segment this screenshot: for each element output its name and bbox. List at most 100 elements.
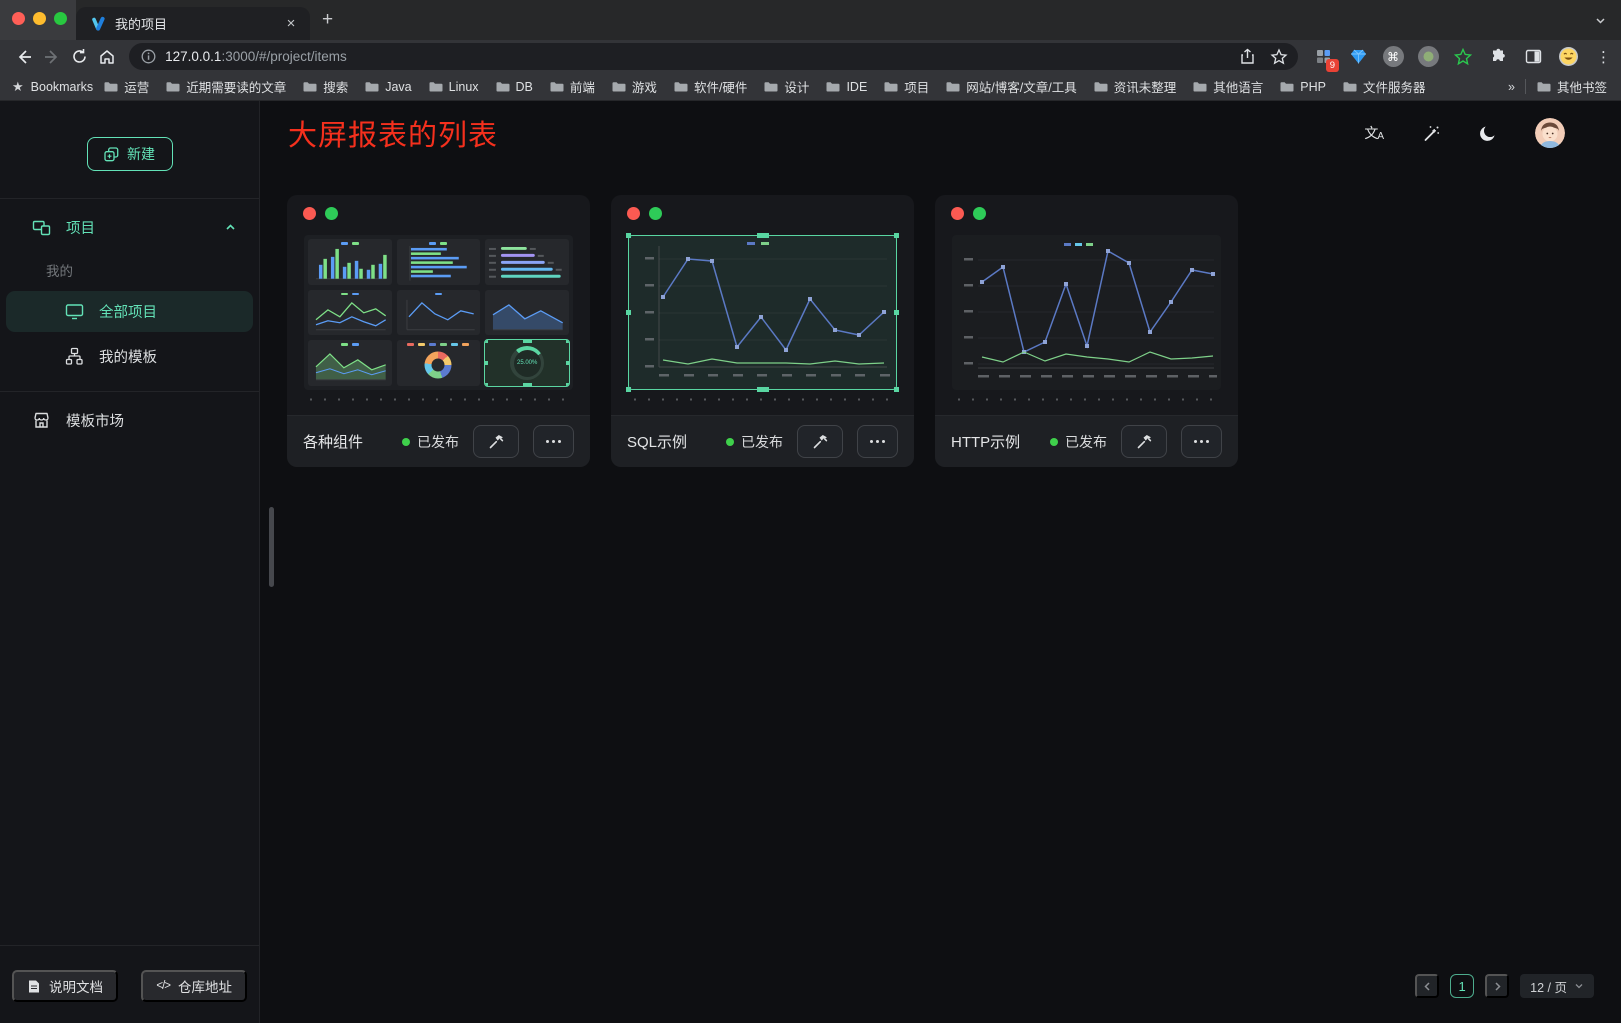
- browser-tab-strip: 我的项目 × +: [0, 0, 1621, 40]
- window-close-button[interactable]: [12, 12, 25, 25]
- bookmark-folder[interactable]: 前端: [549, 77, 595, 96]
- reload-icon[interactable]: [66, 43, 94, 71]
- bookmark-folder[interactable]: 资讯未整理: [1093, 77, 1177, 96]
- magic-wand-icon[interactable]: [1422, 124, 1441, 143]
- sidebar-subheading-my: 我的: [0, 253, 259, 287]
- site-info-icon[interactable]: [141, 49, 156, 64]
- more-options-button[interactable]: [1181, 425, 1222, 458]
- tab-search-chevron-icon[interactable]: [1594, 14, 1607, 27]
- new-project-label: 新建: [127, 144, 155, 164]
- green-dot: [973, 207, 986, 220]
- sidebar-item-my-templates[interactable]: 我的模板: [6, 336, 253, 377]
- gem-extension-icon[interactable]: [1347, 46, 1369, 68]
- chrome-menu-icon[interactable]: ⋮: [1596, 48, 1611, 66]
- bookmark-folder[interactable]: Java: [364, 79, 411, 94]
- page-size-select[interactable]: 12 / 页: [1520, 974, 1594, 998]
- red-dot: [303, 207, 316, 220]
- bookmark-folder[interactable]: 文件服务器: [1342, 77, 1426, 96]
- active-tab[interactable]: 我的项目 ×: [76, 7, 310, 40]
- project-card[interactable]: HTTP示例 已发布: [935, 195, 1238, 467]
- project-card[interactable]: 25.00% 各种组件 已发布: [287, 195, 590, 467]
- project-preview[interactable]: [952, 235, 1221, 390]
- template-icon: [65, 347, 84, 366]
- bookmark-folder[interactable]: 设计: [763, 77, 809, 96]
- recorder-extension-icon[interactable]: [1417, 46, 1439, 68]
- folder-icon: [495, 79, 510, 94]
- bookmark-folder[interactable]: Linux: [428, 79, 479, 94]
- docs-button[interactable]: 说明文档: [12, 970, 118, 1002]
- home-icon[interactable]: [93, 43, 121, 71]
- bookmark-folder[interactable]: 网站/博客/文章/工具: [945, 77, 1076, 96]
- bookmark-folder[interactable]: 软件/硬件: [673, 77, 747, 96]
- project-preview[interactable]: 25.00%: [304, 235, 573, 390]
- bookmark-folder[interactable]: 运营: [103, 77, 149, 96]
- bookmark-folder[interactable]: PHP: [1279, 79, 1326, 94]
- bookmarks-overflow-chevron[interactable]: »: [1508, 80, 1515, 94]
- tab-close-icon[interactable]: ×: [282, 15, 300, 33]
- header-icons: 文A: [1364, 118, 1565, 148]
- sidebar-group-project[interactable]: 项目: [0, 205, 259, 249]
- bookmark-star-icon[interactable]: [1270, 48, 1288, 66]
- bookmark-folder-label: 搜索: [323, 77, 348, 96]
- bookmarks-root-item[interactable]: ★ Bookmarks: [12, 79, 93, 95]
- bookmark-folder[interactable]: 搜索: [302, 77, 348, 96]
- page-title: 大屏报表的列表: [288, 112, 498, 154]
- other-bookmarks-label: 其他书签: [1557, 77, 1607, 96]
- chevron-down-icon: [1574, 981, 1584, 991]
- url-text: 127.0.0.1:3000/#/project/items: [165, 49, 1225, 64]
- sidebar-item-all-projects[interactable]: 全部项目: [6, 291, 253, 332]
- repo-button[interactable]: </> 仓库地址: [141, 970, 247, 1002]
- project-preview[interactable]: [628, 235, 897, 390]
- more-options-button[interactable]: [857, 425, 898, 458]
- red-dot: [627, 207, 640, 220]
- bookmark-folder[interactable]: 游戏: [611, 77, 657, 96]
- bookmark-folder[interactable]: 其他语言: [1192, 77, 1263, 96]
- sidebar: 新建 项目 我的 全部项目: [0, 101, 260, 1023]
- project-card[interactable]: SQL示例 已发布: [611, 195, 914, 467]
- edit-hammer-button[interactable]: [797, 425, 843, 458]
- command-extension-icon[interactable]: ⌘: [1382, 46, 1404, 68]
- user-avatar[interactable]: [1535, 118, 1565, 148]
- forward-icon[interactable]: [38, 43, 66, 71]
- sidebar-group-label: 项目: [66, 217, 95, 238]
- new-tab-button[interactable]: +: [322, 12, 333, 28]
- dashboard-extension-icon[interactable]: 9: [1312, 46, 1334, 68]
- scrollbar-thumb[interactable]: [269, 507, 274, 587]
- sidebar-item-label: 我的模板: [99, 346, 157, 367]
- address-bar[interactable]: 127.0.0.1:3000/#/project/items: [129, 43, 1298, 70]
- side-panel-icon[interactable]: [1522, 46, 1544, 68]
- docs-button-label: 说明文档: [49, 976, 103, 996]
- share-icon[interactable]: [1239, 48, 1256, 65]
- chevron-up-icon[interactable]: [224, 221, 237, 234]
- hammer-icon: [1136, 433, 1153, 450]
- edit-hammer-button[interactable]: [1121, 425, 1167, 458]
- edit-hammer-button[interactable]: [473, 425, 519, 458]
- screens-icon: [32, 218, 51, 237]
- emoji-profile-icon[interactable]: [1557, 46, 1579, 68]
- prev-page-button[interactable]: [1415, 974, 1439, 998]
- puzzle-extensions-icon[interactable]: [1487, 46, 1509, 68]
- next-page-button[interactable]: [1485, 974, 1509, 998]
- more-options-button[interactable]: [533, 425, 574, 458]
- window-minimize-button[interactable]: [33, 12, 46, 25]
- publish-status: 已发布: [402, 432, 459, 452]
- bookmark-folder[interactable]: 近期需要读的文章: [165, 77, 286, 96]
- bookmark-folder[interactable]: 项目: [883, 77, 929, 96]
- window-zoom-button[interactable]: [54, 12, 67, 25]
- copy-plus-icon: [104, 147, 119, 162]
- sidebar-item-template-market[interactable]: 模板市场: [0, 398, 259, 442]
- green-star-extension-icon[interactable]: [1452, 46, 1474, 68]
- folder-icon: [1192, 79, 1207, 94]
- language-switch-icon[interactable]: 文A: [1364, 123, 1385, 143]
- other-bookmarks-folder[interactable]: 其他书签: [1536, 77, 1607, 96]
- bookmark-folder[interactable]: DB: [495, 79, 533, 94]
- current-page-button[interactable]: 1: [1450, 974, 1474, 998]
- publish-status: 已发布: [1050, 432, 1107, 452]
- new-project-button[interactable]: 新建: [87, 137, 173, 171]
- project-name: SQL示例: [627, 431, 687, 452]
- dark-mode-moon-icon[interactable]: [1478, 123, 1498, 143]
- bookmark-folder-label: Linux: [449, 80, 479, 94]
- bookmark-folder[interactable]: IDE: [825, 79, 867, 94]
- sidebar-item-label: 模板市场: [66, 410, 124, 431]
- back-icon[interactable]: [10, 43, 38, 71]
